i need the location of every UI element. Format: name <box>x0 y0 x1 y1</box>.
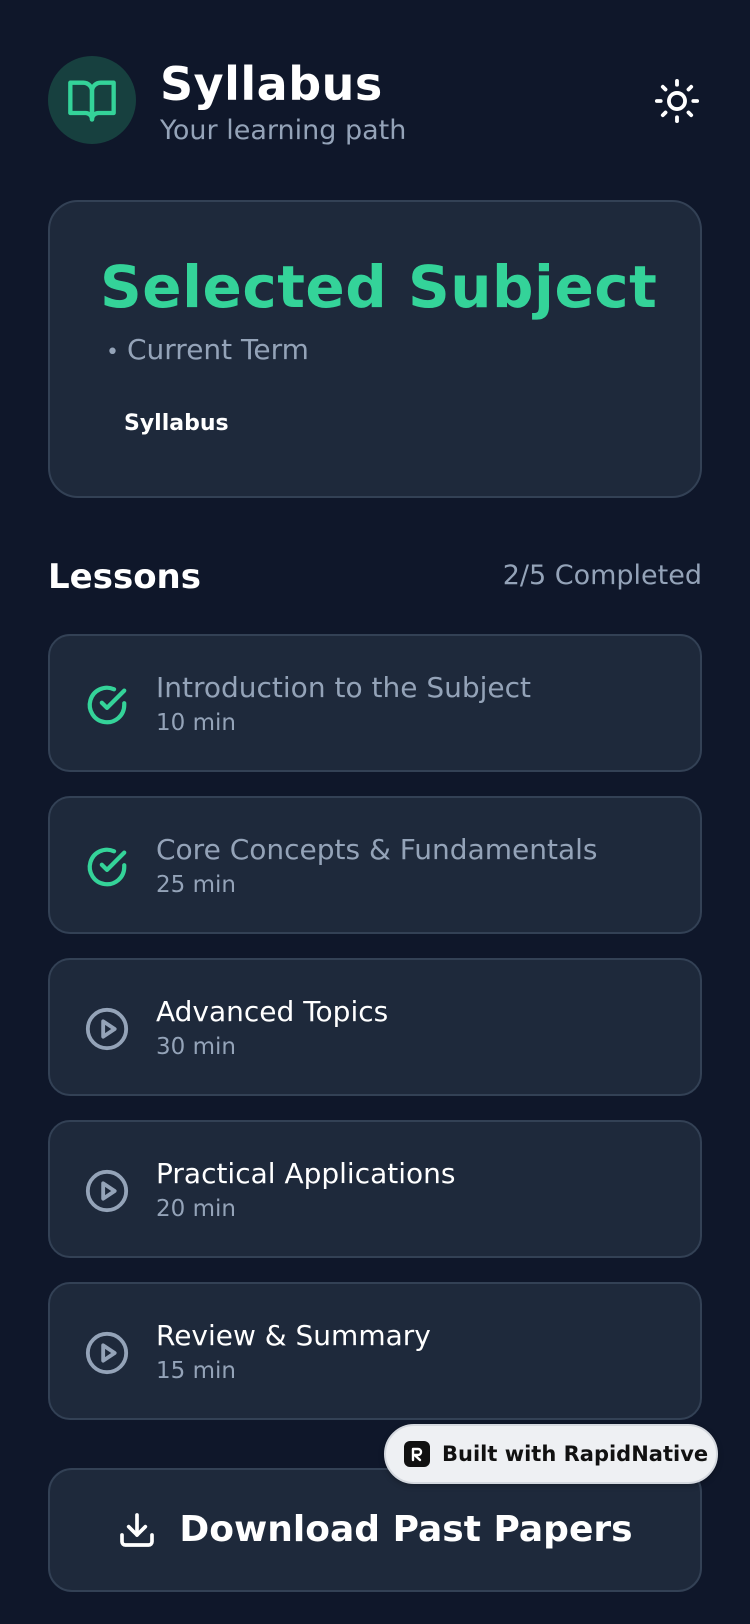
lesson-title: Review & Summary <box>156 1319 431 1352</box>
lesson-duration: 10 min <box>156 710 236 736</box>
lesson-duration: 25 min <box>156 872 236 898</box>
lesson-card[interactable]: Advanced Topics 30 min <box>48 958 702 1096</box>
page-subtitle: Your learning path <box>160 115 407 146</box>
lesson-card[interactable]: Practical Applications 20 min <box>48 1120 702 1258</box>
lesson-card[interactable]: Review & Summary 15 min <box>48 1282 702 1420</box>
subject-tag: Syllabus <box>124 411 229 436</box>
lessons-heading: Lessons <box>48 557 201 597</box>
rapidnative-logo-icon <box>404 1441 430 1467</box>
built-with-badge[interactable]: Built with RapidNative <box>384 1424 718 1484</box>
page-title: Syllabus <box>160 57 383 111</box>
play-circle-icon <box>84 1330 130 1376</box>
lesson-duration: 15 min <box>156 1358 236 1384</box>
sun-icon <box>654 78 700 124</box>
download-past-papers-button[interactable]: Download Past Papers <box>48 1468 702 1592</box>
syllabus-screen: Syllabus Your learning path Selected Sub… <box>0 0 750 1624</box>
lessons-progress: 2/5 Completed <box>502 560 702 591</box>
lesson-duration: 20 min <box>156 1196 236 1222</box>
subject-title: Selected Subject <box>100 253 658 321</box>
download-icon <box>117 1510 157 1550</box>
subject-term: • Current Term <box>106 332 309 371</box>
lesson-title: Practical Applications <box>156 1157 456 1190</box>
play-circle-icon <box>84 1168 130 1214</box>
lesson-card[interactable]: Core Concepts & Fundamentals 25 min <box>48 796 702 934</box>
lesson-list: Introduction to the Subject 10 min Core … <box>48 634 702 1444</box>
bullet: • <box>106 340 119 365</box>
check-circle-icon <box>84 844 130 890</box>
header: Syllabus Your learning path <box>48 56 702 146</box>
badge-label: Built with RapidNative <box>442 1442 709 1466</box>
book-open-icon <box>68 80 116 122</box>
lesson-duration: 30 min <box>156 1034 236 1060</box>
lesson-title: Advanced Topics <box>156 995 389 1028</box>
lesson-title: Introduction to the Subject <box>156 671 531 704</box>
subject-card: Selected Subject • Current Term Syllabus <box>48 200 702 498</box>
download-label: Download Past Papers <box>179 1509 633 1550</box>
play-circle-icon <box>84 1006 130 1052</box>
term-label: Current Term <box>126 333 309 366</box>
lesson-card[interactable]: Introduction to the Subject 10 min <box>48 634 702 772</box>
app-logo <box>48 56 136 144</box>
lesson-title: Core Concepts & Fundamentals <box>156 833 598 866</box>
theme-toggle-button[interactable] <box>652 76 702 126</box>
check-circle-icon <box>84 682 130 728</box>
